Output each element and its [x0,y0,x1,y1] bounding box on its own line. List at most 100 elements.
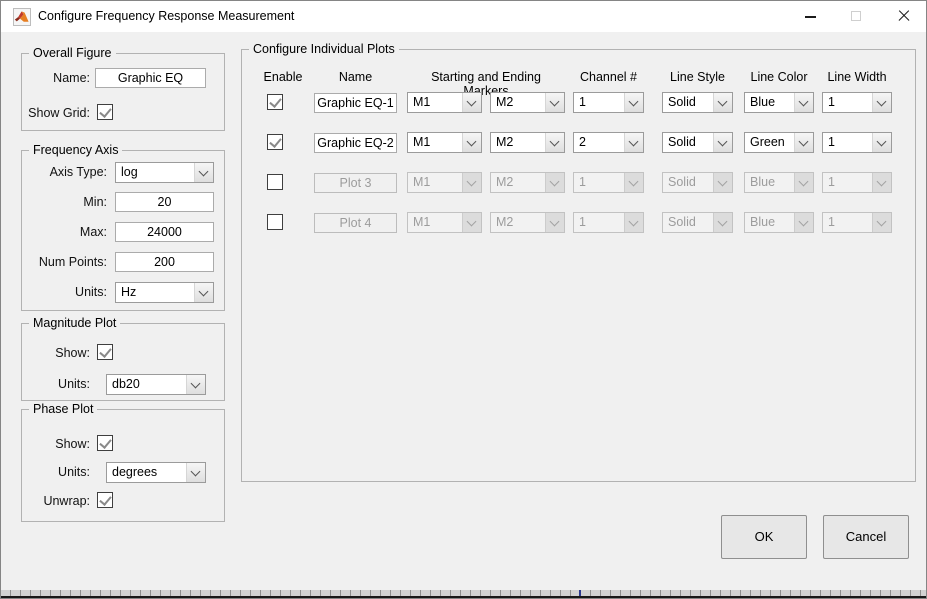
enable-checkbox[interactable] [267,94,283,110]
channel-value: 1 [579,213,586,232]
chevron-down-icon [794,133,813,152]
channel-select[interactable]: 1 [573,92,644,113]
magnitude-units-select[interactable]: db20 [106,374,206,395]
chevron-down-icon [462,93,481,112]
channel-select: 1 [573,212,644,233]
channel-select: 1 [573,172,644,193]
chevron-down-icon [194,283,213,302]
chevron-down-icon [624,133,643,152]
channel-value: 1 [579,93,586,112]
line-color-value: Blue [750,93,775,112]
overall-figure-group: Overall Figure Name: Graphic EQ Show Gri… [21,53,225,131]
chevron-down-icon [624,213,643,232]
end-marker-select[interactable]: M2 [490,92,565,113]
start-marker-select[interactable]: M1 [407,132,482,153]
phase-units-select[interactable]: degrees [106,462,206,483]
start-marker-value: M1 [413,93,430,112]
column-header-line-width: Line Width [822,70,892,84]
line-style-value: Solid [668,93,696,112]
column-header-enable: Enable [252,70,314,84]
plot-name-field[interactable]: Graphic EQ-1 [314,93,397,113]
line-color-value: Blue [750,173,775,192]
maximize-icon [851,11,861,21]
maximize-button [833,1,879,32]
plot-row: Graphic EQ-1 M1 M2 1 Solid Blue 1 [242,92,915,114]
chevron-down-icon [794,173,813,192]
group-title: Magnitude Plot [29,316,120,330]
close-button[interactable] [879,1,927,32]
end-marker-select[interactable]: M2 [490,132,565,153]
channel-select[interactable]: 2 [573,132,644,153]
frequency-units-select[interactable]: Hz [115,282,214,303]
end-marker-value: M2 [496,93,513,112]
phase-plot-group: Phase Plot Show: Units: degrees Unwrap: [21,409,225,522]
line-style-select[interactable]: Solid [662,92,733,113]
plot-row: Plot 3 M1 M2 1 Solid Blue 1 [242,172,915,194]
max-field[interactable]: 24000 [115,222,214,242]
axis-type-value: log [121,163,138,182]
end-marker-value: M2 [496,213,513,232]
plot-row: Graphic EQ-2 M1 M2 2 Solid Green 1 [242,132,915,154]
plot-name-field: Plot 4 [314,213,397,233]
name-label: Name: [22,71,90,85]
magnitude-show-checkbox[interactable] [97,344,113,360]
start-marker-select[interactable]: M1 [407,92,482,113]
line-style-value: Solid [668,213,696,232]
channel-value: 1 [579,173,586,192]
enable-checkbox[interactable] [267,134,283,150]
plot-name-field: Plot 3 [314,173,397,193]
enable-checkbox[interactable] [267,174,283,190]
show-grid-label: Show Grid: [22,106,90,120]
titlebar: Configure Frequency Response Measurement [1,1,926,32]
line-style-select: Solid [662,172,733,193]
chevron-down-icon [545,213,564,232]
column-header-line-style: Line Style [662,70,733,84]
axis-type-select[interactable]: log [115,162,214,183]
magnitude-plot-group: Magnitude Plot Show: Units: db20 [21,323,225,401]
ok-button[interactable]: OK [721,515,807,559]
enable-checkbox[interactable] [267,214,283,230]
phase-units-value: degrees [112,463,157,482]
chevron-down-icon [186,463,205,482]
line-color-select: Blue [744,212,814,233]
plot-name-field[interactable]: Graphic EQ-2 [314,133,397,153]
line-color-value: Green [750,133,785,152]
line-style-select: Solid [662,212,733,233]
chevron-down-icon [624,93,643,112]
matlab-logo-icon [13,8,31,26]
group-title: Configure Individual Plots [249,42,399,56]
line-width-value: 1 [828,133,835,152]
dialog-window: Configure Frequency Response Measurement… [0,0,927,599]
unwrap-checkbox[interactable] [97,492,113,508]
window-title: Configure Frequency Response Measurement [38,1,294,32]
chevron-down-icon [713,133,732,152]
column-header-line-color: Line Color [744,70,814,84]
column-header-channel: Channel # [573,70,644,84]
chevron-down-icon [545,93,564,112]
line-color-select[interactable]: Blue [744,92,814,113]
chevron-down-icon [545,173,564,192]
line-width-select[interactable]: 1 [822,92,892,113]
start-marker-select: M1 [407,212,482,233]
phase-show-checkbox[interactable] [97,435,113,451]
line-width-select: 1 [822,212,892,233]
show-label: Show: [22,437,90,451]
line-style-select[interactable]: Solid [662,132,733,153]
minimize-button[interactable] [787,1,833,32]
figure-name-field[interactable]: Graphic EQ [95,68,206,88]
line-color-select[interactable]: Green [744,132,814,153]
chevron-down-icon [624,173,643,192]
minimize-icon [805,16,816,18]
num-points-field[interactable]: 200 [115,252,214,272]
cancel-button[interactable]: Cancel [823,515,909,559]
start-marker-select: M1 [407,172,482,193]
column-header-name: Name [314,70,397,84]
line-width-value: 1 [828,213,835,232]
line-width-select[interactable]: 1 [822,132,892,153]
chevron-down-icon [462,173,481,192]
chevron-down-icon [545,133,564,152]
min-field[interactable]: 20 [115,192,214,212]
show-grid-checkbox[interactable] [97,104,113,120]
group-title: Phase Plot [29,402,97,416]
start-marker-value: M1 [413,213,430,232]
